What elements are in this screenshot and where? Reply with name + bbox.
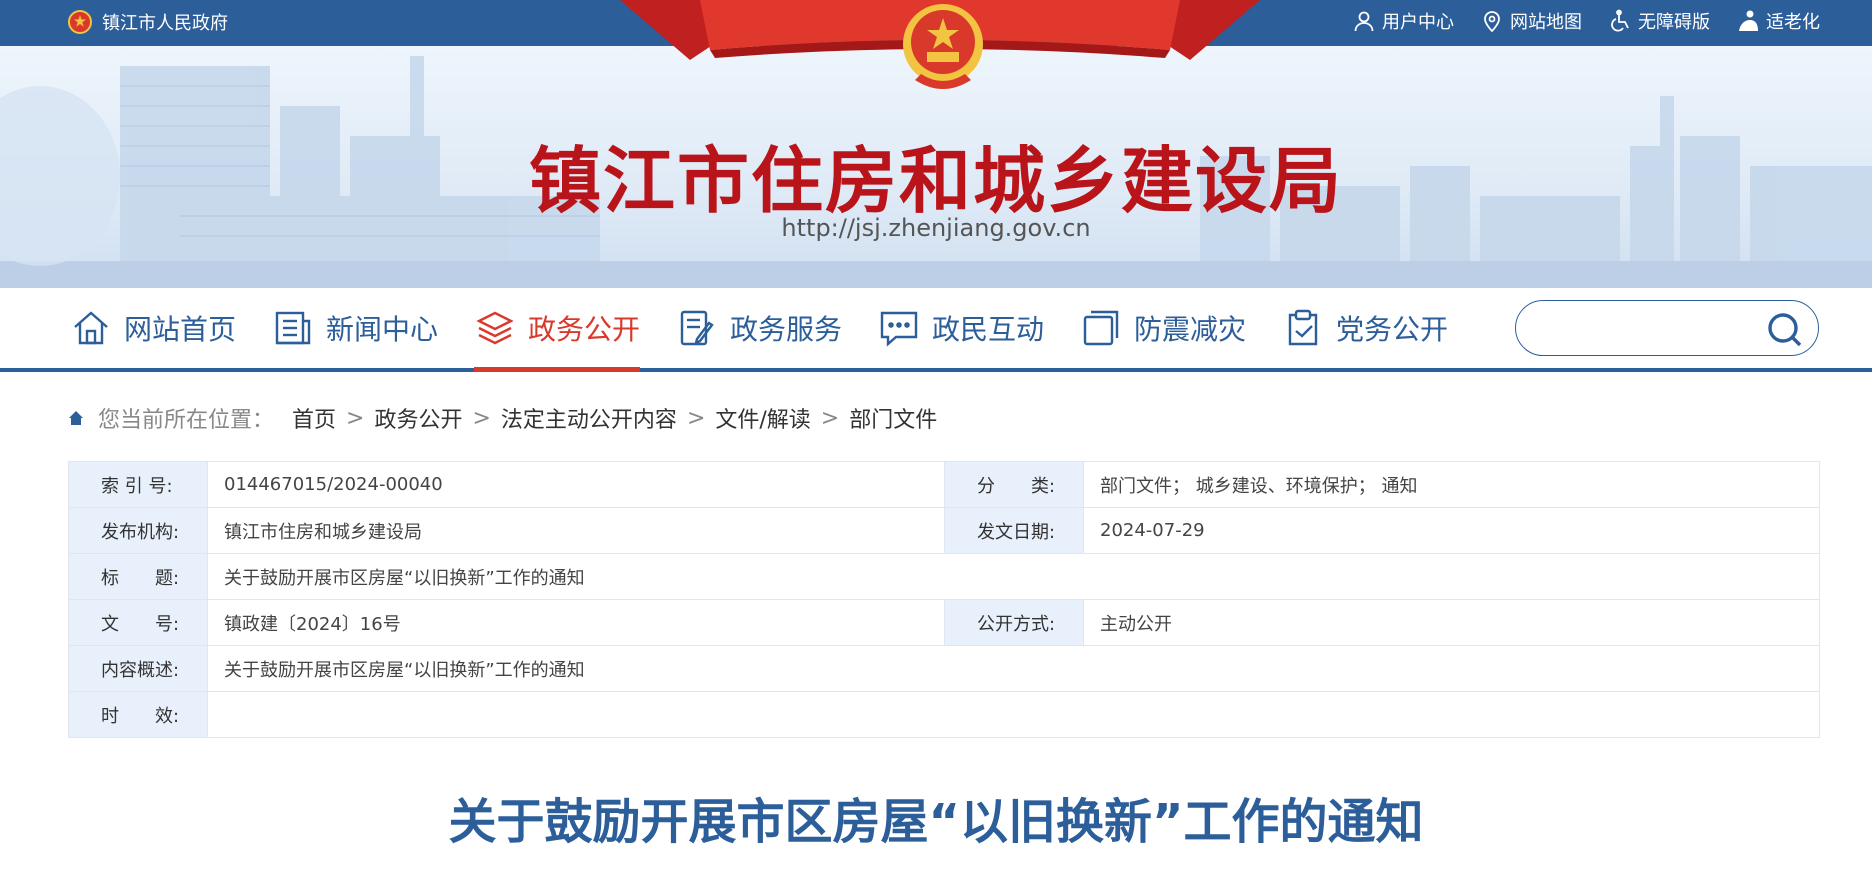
top-links: 用户中心 网站地图 无障碍版 适老化 bbox=[1352, 8, 1820, 34]
nav-item-interaction[interactable]: 政民互动 bbox=[878, 288, 1044, 368]
nav-item-party-affairs[interactable]: 党务公开 bbox=[1282, 288, 1448, 368]
breadcrumb-separator: > bbox=[686, 405, 706, 431]
nav-item-news[interactable]: 新闻中心 bbox=[272, 288, 438, 368]
breadcrumb-separator: > bbox=[472, 405, 491, 431]
breadcrumb-home[interactable]: 首页 bbox=[292, 402, 336, 434]
clipboard-icon bbox=[1288, 309, 1318, 346]
nav-item-gov-services[interactable]: 政务服务 bbox=[676, 288, 842, 368]
nav-item-earthquake[interactable]: 防震减灾 bbox=[1080, 288, 1246, 368]
national-emblem-icon bbox=[68, 10, 92, 34]
news-icon bbox=[275, 311, 311, 345]
gov-name: 镇江市人民政府 bbox=[102, 13, 228, 34]
publisher-label: 发布机构: bbox=[68, 507, 208, 554]
table-row: 发布机构: 镇江市住房和城乡建设局 发文日期: 2024-07-29 bbox=[68, 507, 1820, 554]
home-icon bbox=[69, 411, 83, 425]
table-row: 索 引 号: 014467015/2024-00040 分 类: 部门文件； 城… bbox=[68, 461, 1820, 508]
national-emblem-icon bbox=[903, 4, 983, 89]
nav-item-gov-affairs[interactable]: 政务公开 bbox=[474, 288, 641, 372]
breadcrumb-gov-affairs[interactable]: 政务公开 bbox=[374, 402, 462, 434]
table-row: 文 号: 镇政建〔2024〕16号 公开方式: 主动公开 bbox=[68, 599, 1820, 646]
breadcrumb-dept-documents[interactable]: 部门文件 bbox=[849, 402, 937, 434]
elderly-icon bbox=[1739, 10, 1758, 31]
summary-value: 关于鼓励开展市区房屋“以旧换新”工作的通知 bbox=[207, 645, 1820, 692]
mode-value: 主动公开 bbox=[1083, 599, 1820, 646]
document-meta-table: 索 引 号: 014467015/2024-00040 分 类: 部门文件； 城… bbox=[68, 461, 1820, 738]
accessibility-icon bbox=[1611, 9, 1629, 32]
user-center-link[interactable]: 用户中心 bbox=[1352, 8, 1454, 34]
nav-item-home[interactable]: 网站首页 bbox=[70, 288, 236, 368]
gov-link[interactable]: 镇江市人民政府 bbox=[68, 9, 228, 35]
search-input[interactable] bbox=[1536, 313, 1756, 345]
docno-value: 镇政建〔2024〕16号 bbox=[207, 599, 945, 646]
search-box bbox=[1515, 300, 1819, 356]
validity-value bbox=[207, 691, 1820, 738]
square-icon bbox=[1083, 310, 1119, 346]
breadcrumb-documents[interactable]: 文件/解读 bbox=[715, 402, 810, 434]
map-pin-icon bbox=[1484, 11, 1500, 33]
breadcrumb: 您当前所在位置： 首页 > 政务公开 > 法定主动公开内容 > 文件/解读 > … bbox=[68, 402, 937, 434]
form-edit-icon bbox=[680, 310, 714, 346]
mode-label: 公开方式: bbox=[944, 599, 1084, 646]
accessibility-link[interactable]: 无障碍版 bbox=[1608, 8, 1710, 34]
breadcrumb-label: 您当前所在位置： bbox=[98, 408, 275, 433]
index-value: 014467015/2024-00040 bbox=[207, 461, 945, 508]
date-value: 2024-07-29 bbox=[1083, 507, 1820, 554]
sitemap-link[interactable]: 网站地图 bbox=[1480, 8, 1582, 34]
docno-label: 文 号: bbox=[68, 599, 208, 646]
breadcrumb-statutory-content[interactable]: 法定主动公开内容 bbox=[501, 402, 677, 434]
site-title: 镇江市住房和城乡建设局 bbox=[528, 138, 1343, 223]
breadcrumb-separator: > bbox=[346, 405, 365, 431]
table-row: 时 效: bbox=[68, 691, 1820, 738]
category-label: 分 类: bbox=[944, 461, 1084, 508]
search-icon[interactable] bbox=[1764, 310, 1804, 348]
index-label: 索 引 号: bbox=[68, 461, 208, 508]
elderly-mode-link[interactable]: 适老化 bbox=[1736, 8, 1820, 34]
validity-label: 时 效: bbox=[68, 691, 208, 738]
table-row: 内容概述: 关于鼓励开展市区房屋“以旧换新”工作的通知 bbox=[68, 645, 1820, 692]
site-url: http://jsj.zhenjiang.gov.cn bbox=[781, 214, 1091, 242]
title-label: 标 题: bbox=[68, 553, 208, 600]
document-title: 关于鼓励开展市区房屋“以旧换新”工作的通知 bbox=[448, 794, 1424, 850]
layers-icon bbox=[476, 311, 514, 345]
title-value: 关于鼓励开展市区房屋“以旧换新”工作的通知 bbox=[207, 553, 1820, 600]
user-icon bbox=[1354, 11, 1374, 32]
main-nav: 网站首页 新闻中心 政务公开 政务服务 政民互动 防震减灾 党务公开 bbox=[0, 288, 1872, 372]
breadcrumb-separator: > bbox=[820, 405, 840, 431]
summary-label: 内容概述: bbox=[68, 645, 208, 692]
publisher-value: 镇江市住房和城乡建设局 bbox=[207, 507, 945, 554]
table-row: 标 题: 关于鼓励开展市区房屋“以旧换新”工作的通知 bbox=[68, 553, 1820, 600]
home-icon bbox=[74, 311, 108, 345]
date-label: 发文日期: bbox=[944, 507, 1084, 554]
category-value: 部门文件； 城乡建设、环境保护； 通知 bbox=[1083, 461, 1820, 508]
chat-icon bbox=[880, 311, 918, 347]
